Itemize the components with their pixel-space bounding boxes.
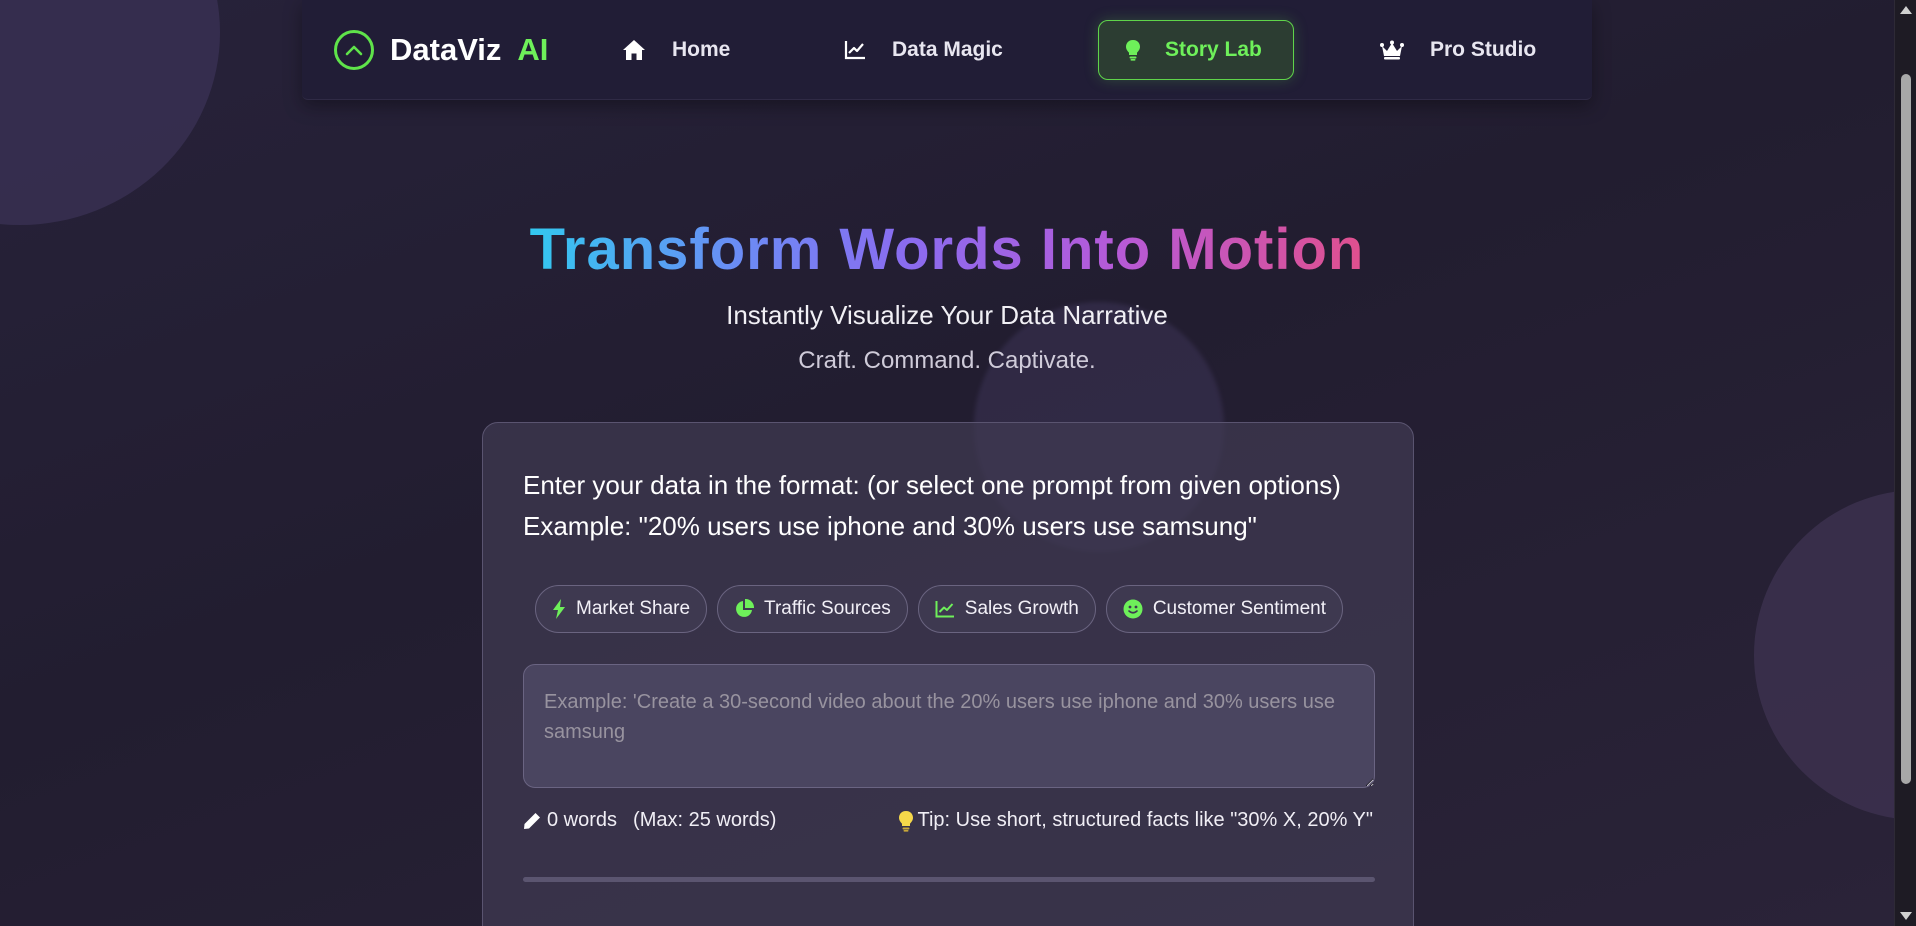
- pie-chart-icon: [734, 599, 755, 619]
- decorative-orb: [1754, 490, 1916, 820]
- chip-sales-growth[interactable]: Sales Growth: [917, 585, 1096, 633]
- chip-customer-sentiment[interactable]: Customer Sentiment: [1105, 585, 1343, 633]
- input-tip: Tip: Use short, structured facts like "3…: [898, 809, 1374, 832]
- data-prompt-input[interactable]: [523, 664, 1375, 788]
- smile-icon: [1123, 599, 1143, 619]
- line-chart-icon: [844, 40, 866, 60]
- top-navbar: DataViz AI Home Data Magic Story Lab Pro…: [302, 0, 1592, 100]
- hero-tagline: Craft. Command. Captivate.: [798, 347, 1096, 374]
- word-limit-progress-bar: [523, 877, 1375, 882]
- word-count: 0 words: [547, 809, 618, 831]
- bolt-icon: [552, 599, 566, 619]
- pencil-icon: [523, 812, 541, 830]
- line-chart-icon: [935, 600, 955, 618]
- brand-name: DataViz: [390, 32, 502, 67]
- brand-logo-link[interactable]: DataViz AI: [334, 30, 548, 70]
- instruction-example: Example: "20% users use iphone and 30% u…: [523, 511, 1257, 541]
- prompt-card: Enter your data in the format: (or selec…: [482, 422, 1414, 926]
- page-scrollbar[interactable]: [1894, 0, 1916, 926]
- brand-suffix: AI: [517, 32, 549, 67]
- nav-item-pro-studio[interactable]: Pro Studio: [1380, 20, 1536, 80]
- nav-item-story-lab[interactable]: Story Lab: [1098, 20, 1294, 80]
- instructions: Enter your data in the format: (or selec…: [523, 465, 1341, 547]
- chip-label: Sales Growth: [964, 598, 1079, 619]
- prompt-chips: Market Share Traffic Sources Sales Growt…: [535, 585, 1343, 633]
- nav-item-label: Data Magic: [892, 38, 1003, 61]
- hero-title: Transform Words Into Motion: [529, 217, 1365, 282]
- chip-label: Market Share: [576, 598, 691, 619]
- nav-item-home[interactable]: Home: [622, 20, 730, 80]
- tip-text: Tip: Use short, structured facts like "3…: [917, 809, 1374, 831]
- nav-item-label: Pro Studio: [1430, 38, 1537, 61]
- chip-label: Traffic Sources: [764, 598, 891, 619]
- nav-item-label: Home: [672, 38, 731, 61]
- scroll-down-arrow-icon[interactable]: [1900, 912, 1912, 920]
- chevron-up-icon: [334, 30, 374, 70]
- instruction-line: Enter your data in the format: (or selec…: [523, 470, 1341, 500]
- scroll-up-arrow-icon[interactable]: [1900, 6, 1912, 14]
- word-counter: 0 words (Max: 25 words): [523, 809, 776, 832]
- chip-market-share[interactable]: Market Share: [535, 585, 708, 633]
- hero-subtitle: Instantly Visualize Your Data Narrative: [726, 300, 1168, 330]
- lightbulb-icon: [1125, 39, 1141, 61]
- word-limit: (Max: 25 words): [633, 809, 777, 831]
- crown-icon: [1380, 40, 1404, 60]
- decorative-orb: [0, 0, 220, 225]
- home-icon: [622, 39, 646, 61]
- chip-label: Customer Sentiment: [1152, 598, 1326, 619]
- scrollbar-thumb[interactable]: [1901, 74, 1911, 784]
- chip-traffic-sources[interactable]: Traffic Sources: [717, 585, 908, 633]
- nav-item-label: Story Lab: [1165, 38, 1262, 61]
- lightbulb-icon: [898, 810, 914, 832]
- nav-item-data-magic[interactable]: Data Magic: [844, 20, 1003, 80]
